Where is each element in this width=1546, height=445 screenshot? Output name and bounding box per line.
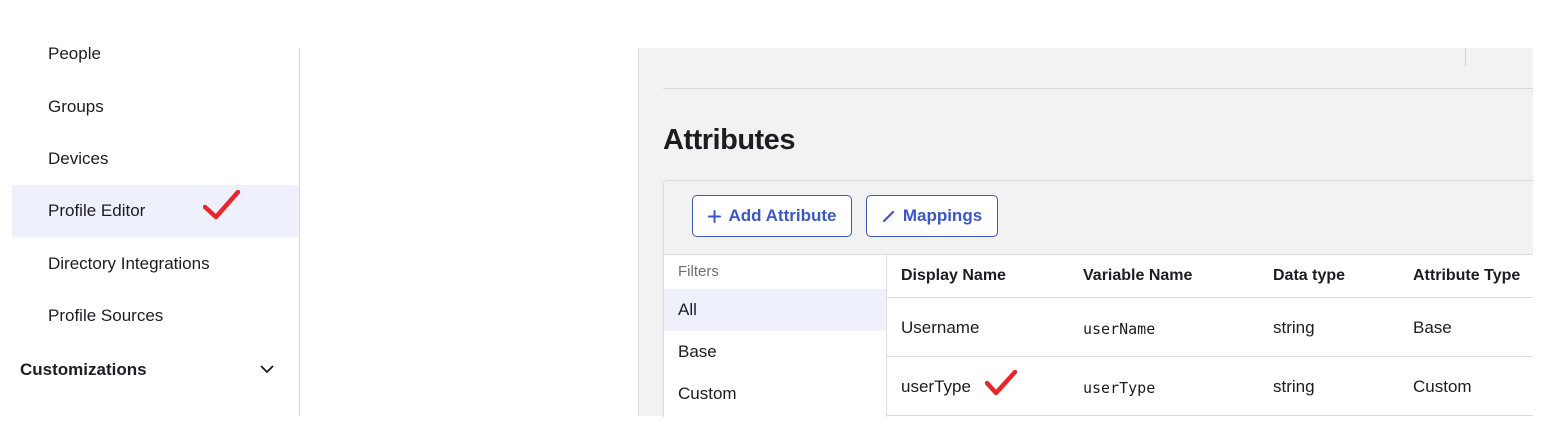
attributes-card: Add Attribute Mappings Filters All Base … (663, 180, 1533, 417)
sidebar-section-customizations[interactable]: Customizations (20, 352, 280, 388)
column-header-variable-name[interactable]: Variable Name (1083, 267, 1192, 285)
attributes-table: Display Name Variable Name Data type Att… (887, 255, 1533, 417)
sidebar-item-people[interactable]: People (12, 28, 299, 80)
column-header-attribute-type[interactable]: Attribute Type (1413, 267, 1520, 285)
filter-custom[interactable]: Custom (664, 373, 886, 415)
column-header-data-type[interactable]: Data type (1273, 267, 1345, 285)
sidebar-item-label: Directory Integrations (48, 254, 210, 273)
mappings-label: Mappings (902, 206, 983, 225)
divider (1465, 48, 1466, 66)
sidebar-item-label: Groups (48, 97, 104, 116)
sidebar-section-label: Customizations (20, 360, 147, 379)
filter-base[interactable]: Base (664, 331, 886, 373)
filter-label: Custom (678, 384, 737, 403)
checkmark-annotation-icon (984, 369, 1018, 401)
cell-data-type: string (1273, 377, 1315, 396)
cell-attribute-type: Base (1413, 318, 1452, 337)
main-panel: Attributes Add Attribute Mappings Filter… (638, 48, 1533, 417)
plus-icon (707, 209, 721, 223)
sidebar-item-directory-integrations[interactable]: Directory Integrations (12, 238, 299, 290)
table-row[interactable]: userType userType string Custom (887, 357, 1533, 415)
filters-panel: Filters All Base Custom (664, 255, 886, 417)
divider (887, 415, 1533, 416)
sidebar-item-label: Devices (48, 149, 109, 168)
sidebar-item-profile-editor[interactable]: Profile Editor (12, 185, 299, 237)
cell-data-type: string (1273, 318, 1315, 337)
cell-variable-name: userName (1083, 320, 1156, 338)
sidebar-item-label: Profile Sources (48, 306, 164, 325)
add-attribute-label: Add Attribute (728, 206, 837, 225)
pencil-icon (882, 210, 895, 223)
cell-display-name[interactable]: userType (901, 377, 971, 397)
sidebar-item-profile-sources[interactable]: Profile Sources (12, 290, 299, 342)
sidebar-item-devices[interactable]: Devices (12, 133, 299, 185)
column-header-display-name[interactable]: Display Name (901, 267, 1006, 285)
cell-display-name[interactable]: Username (901, 318, 979, 338)
cell-attribute-type: Custom (1413, 377, 1472, 396)
checkmark-annotation-icon (202, 189, 241, 225)
filter-label: All (678, 300, 697, 319)
toolbar: Add Attribute Mappings (664, 181, 1533, 255)
sidebar-divider (299, 48, 300, 416)
add-attribute-button[interactable]: Add Attribute (692, 195, 852, 237)
sidebar-item-label: People (48, 44, 101, 63)
filter-label: Base (678, 342, 717, 361)
divider (663, 88, 1533, 89)
sidebar-item-label: Profile Editor (48, 201, 146, 220)
cell-variable-name: userType (1083, 379, 1156, 397)
chevron-down-icon[interactable] (260, 361, 274, 379)
sidebar-item-groups[interactable]: Groups (12, 81, 299, 133)
page-title: Attributes (663, 124, 795, 156)
sidebar: People Groups Devices Profile Editor Dir… (0, 0, 300, 416)
filters-title: Filters (678, 263, 719, 280)
table-row[interactable]: Username userName string Base (887, 298, 1533, 356)
mappings-button[interactable]: Mappings (866, 195, 998, 237)
filter-all[interactable]: All (664, 289, 886, 331)
